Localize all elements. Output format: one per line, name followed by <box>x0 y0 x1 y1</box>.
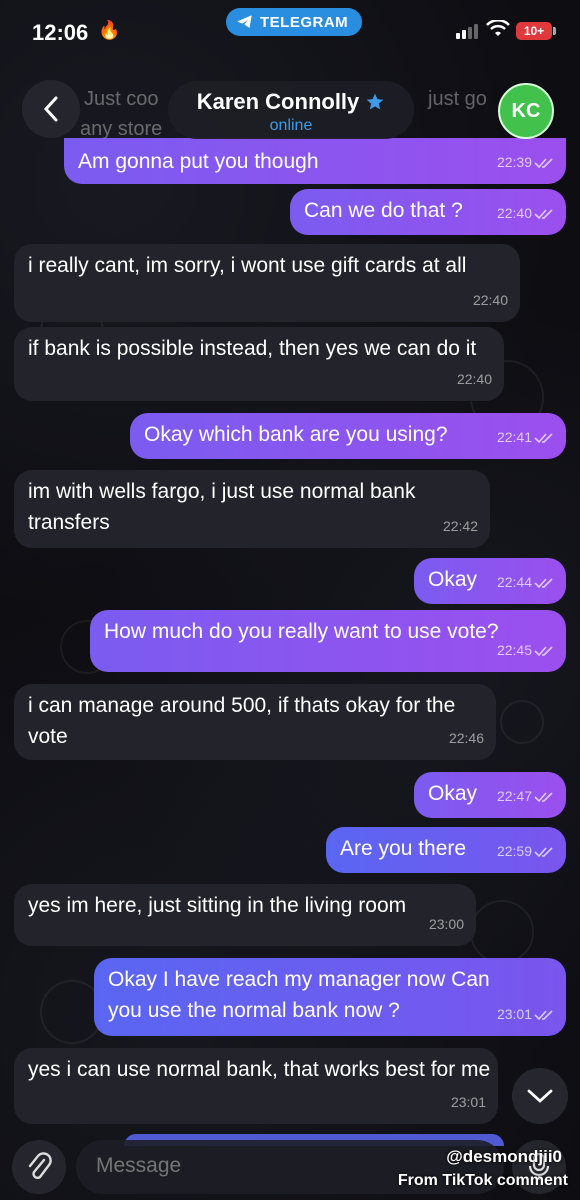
message-text: Can we do that ? <box>304 199 463 222</box>
ghost-text-2: just go <box>428 88 487 110</box>
paperclip-icon <box>28 1152 52 1180</box>
double-check-icon <box>534 645 553 656</box>
message-time: 22:41 <box>496 429 532 445</box>
message-time: 23:00 <box>428 916 464 932</box>
chat-title[interactable]: Karen Connolly online <box>168 81 414 139</box>
message-text: yes im here, just sitting in the living … <box>28 894 407 917</box>
battery-icon: 10+ <box>516 22 552 40</box>
scroll-down-button[interactable] <box>512 1068 568 1124</box>
message-bubble-outgoing[interactable]: Can we do that ? 22:40 <box>290 189 566 235</box>
message-bubble-incoming[interactable]: i really cant, im sorry, i wont use gift… <box>14 244 520 322</box>
telegram-icon <box>237 15 252 28</box>
message-input[interactable] <box>94 1153 398 1179</box>
battery-level: 10+ <box>523 24 545 38</box>
message-meta: 22:41 <box>497 422 554 453</box>
message-meta: 23:01 <box>497 999 554 1030</box>
watermark-handle: @desmondjii0 <box>446 1147 562 1166</box>
double-check-icon <box>534 157 553 168</box>
contact-name: Karen Connolly <box>196 89 360 114</box>
message-time: 23:01 <box>496 1006 532 1022</box>
ghost-text-1: Just coo <box>84 88 159 110</box>
message-bubble-incoming[interactable]: yes i can use normal bank, that works be… <box>14 1048 498 1124</box>
double-check-icon <box>534 1009 553 1020</box>
chevron-left-icon <box>43 96 58 122</box>
message-time: 23:01 <box>450 1094 486 1110</box>
message-time: 22:39 <box>496 154 532 170</box>
wifi-icon <box>486 20 510 36</box>
message-text: yes i can use normal bank, that works be… <box>28 1058 491 1081</box>
message-text: im with wells fargo, i just use normal b… <box>28 480 416 534</box>
telegram-pill[interactable]: TELEGRAM <box>226 8 363 36</box>
back-button[interactable] <box>22 80 80 138</box>
message-bubble-outgoing[interactable]: Are you there 22:59 <box>326 827 566 873</box>
star-icon <box>366 93 384 110</box>
message-meta: 22:44 <box>497 567 554 598</box>
message-time: 22:40 <box>496 205 532 221</box>
message-time: 22:46 <box>448 730 484 746</box>
message-time: 22:47 <box>496 788 532 804</box>
message-bubble-outgoing[interactable]: Okay 22:44 <box>414 558 566 604</box>
telegram-pill-label: TELEGRAM <box>260 13 349 31</box>
message-bubble-incoming[interactable]: yes im here, just sitting in the living … <box>14 884 476 946</box>
message-text: Okay I have reach my manager now Can you… <box>108 968 490 1022</box>
message-text: i can manage around 500, if thats okay f… <box>28 694 456 748</box>
message-text: if bank is possible instead, then yes we… <box>28 337 477 360</box>
message-text: Okay which bank are you using? <box>144 423 448 446</box>
message-time: 22:59 <box>496 843 532 859</box>
watermark-source: From TikTok comment <box>397 1172 568 1189</box>
message-meta: 22:59 <box>497 836 554 867</box>
chevron-down-icon <box>527 1089 553 1103</box>
avatar-initials: KC <box>511 99 541 122</box>
contact-status: online <box>269 117 313 134</box>
double-check-icon <box>534 846 553 857</box>
attach-button[interactable] <box>12 1140 66 1194</box>
message-bubble-outgoing[interactable]: Okay I have reach my manager now Can you… <box>94 958 566 1036</box>
message-bubble-outgoing[interactable]: How much do you really want to use vote?… <box>90 610 566 672</box>
battery-tip <box>553 27 556 35</box>
message-meta: 22:45 <box>497 635 554 666</box>
message-time: 22:42 <box>442 518 478 534</box>
message-text: Are you there <box>340 837 467 860</box>
message-bubble-outgoing[interactable]: Am gonna put you though 22:39 <box>64 138 566 184</box>
avatar[interactable]: KC <box>498 83 554 139</box>
message-bubble-incoming[interactable]: if bank is possible instead, then yes we… <box>14 327 504 401</box>
status-time: 12:06 <box>32 20 89 45</box>
message-text: Okay <box>428 782 478 805</box>
message-meta: 22:39 <box>497 147 554 178</box>
message-text: i really cant, im sorry, i wont use gift… <box>28 254 467 277</box>
message-time: 22:40 <box>456 371 492 387</box>
message-bubble-outgoing[interactable]: Okay which bank are you using? 22:41 <box>130 413 566 459</box>
double-check-icon <box>534 432 553 443</box>
message-meta: 22:40 <box>497 198 554 229</box>
message-bubble-incoming[interactable]: im with wells fargo, i just use normal b… <box>14 470 490 548</box>
message-time: 22:45 <box>496 642 532 658</box>
flame-icon: 🔥 <box>98 20 121 40</box>
message-meta: 22:47 <box>497 781 554 812</box>
double-check-icon <box>534 791 553 802</box>
double-check-icon <box>534 208 553 219</box>
message-text: How much do you really want to use vote? <box>104 620 499 643</box>
message-time: 22:40 <box>472 292 508 308</box>
message-bubble-outgoing[interactable]: Okay 22:47 <box>414 772 566 818</box>
message-text: Okay <box>428 568 478 591</box>
status-bar: 12:06 🔥 TELEGRAM 10+ <box>0 0 580 60</box>
message-bubble-incoming[interactable]: i can manage around 500, if thats okay f… <box>14 684 496 760</box>
message-time: 22:44 <box>496 574 532 590</box>
double-check-icon <box>534 577 553 588</box>
message-text: Am gonna put you though <box>78 150 319 173</box>
signal-icon <box>456 24 478 39</box>
